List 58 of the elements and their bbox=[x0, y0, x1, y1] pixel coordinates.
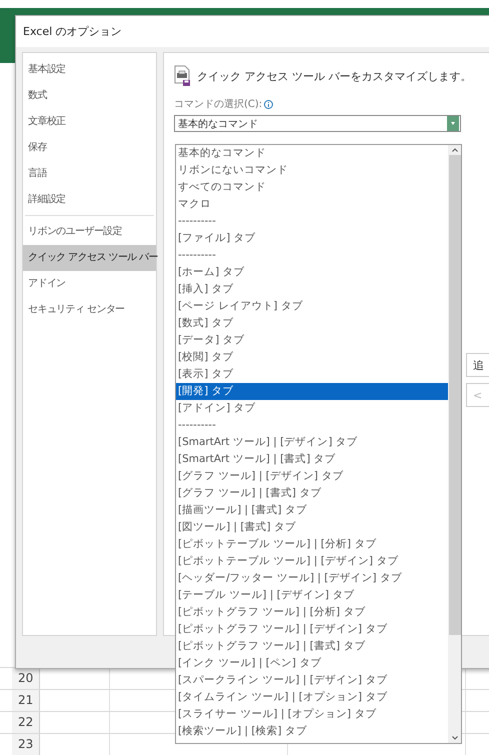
sidebar-item[interactable]: リボンのユーザー設定 bbox=[23, 219, 156, 245]
info-icon bbox=[264, 100, 274, 108]
dropdown-option[interactable]: [アドイン] タブ bbox=[176, 400, 448, 417]
dropdown-option[interactable]: [図ツール] | [書式] タブ bbox=[176, 519, 448, 536]
sidebar-item[interactable]: 基本設定 bbox=[23, 57, 156, 83]
dropdown-option[interactable]: マクロ bbox=[176, 196, 448, 213]
scrollbar[interactable] bbox=[448, 145, 461, 743]
row-number: 23 bbox=[12, 734, 40, 755]
sidebar-item[interactable]: アドイン bbox=[23, 271, 156, 297]
side-button[interactable]: 追 bbox=[466, 353, 489, 377]
sidebar-item[interactable]: 数式 bbox=[23, 83, 156, 109]
dropdown-option[interactable]: [スライサー ツール] | [オプション] タブ bbox=[176, 706, 448, 723]
dropdown-option[interactable]: [ファイル] タブ bbox=[176, 230, 448, 247]
dropdown-option[interactable]: [ヘッダー/フッター ツール] | [デザイン] タブ bbox=[176, 570, 448, 587]
dropdown-option[interactable]: ---------- bbox=[176, 213, 448, 230]
dropdown-option[interactable]: [ピボットテーブル ツール] | [デザイン] タブ bbox=[176, 553, 448, 570]
dropdown-option[interactable]: ---------- bbox=[176, 247, 448, 264]
dropdown-option[interactable]: [開発] タブ bbox=[176, 383, 448, 400]
dropdown-option[interactable]: [テーブル ツール] | [デザイン] タブ bbox=[176, 587, 448, 604]
dropdown-option[interactable]: [スパークライン ツール] | [デザイン] タブ bbox=[176, 672, 448, 689]
dropdown-option[interactable]: [検索ツール] | [検索] タブ bbox=[176, 723, 448, 740]
row-number: 22 bbox=[12, 712, 40, 733]
dropdown-option[interactable]: [ホーム] タブ bbox=[176, 264, 448, 281]
dropdown-option[interactable]: [校閲] タブ bbox=[176, 349, 448, 366]
dropdown-option[interactable]: [タイムライン ツール] | [オプション] タブ bbox=[176, 689, 448, 706]
section-heading: クイック アクセス ツール バーをカスタマイズします。 bbox=[197, 68, 472, 84]
row-number: 20 bbox=[12, 668, 40, 689]
scrollbar-thumb[interactable] bbox=[448, 155, 460, 635]
sidebar-item[interactable]: クイック アクセス ツール バー bbox=[23, 245, 156, 271]
sidebar-item[interactable]: 詳細設定 bbox=[23, 187, 156, 213]
dropdown-option[interactable]: [SmartArt ツール] | [書式] タブ bbox=[176, 451, 448, 468]
sidebar-item[interactable]: 保存 bbox=[23, 135, 156, 161]
dropdown-option[interactable]: [インク ツール] | [ペン] タブ bbox=[176, 655, 448, 672]
printer-document-icon bbox=[174, 65, 192, 87]
dropdown-option[interactable]: [ピボットグラフ ツール] | [デザイン] タブ bbox=[176, 621, 448, 638]
sidebar-item[interactable]: 言語 bbox=[23, 161, 156, 187]
dropdown-option[interactable]: [描画ツール] | [書式] タブ bbox=[176, 502, 448, 519]
window-title: Excel のオプション bbox=[23, 24, 122, 39]
dropdown-option[interactable]: [ページ レイアウト] タブ bbox=[176, 298, 448, 315]
dropdown-option[interactable]: [グラフ ツール] | [書式] タブ bbox=[176, 485, 448, 502]
command-dropdown[interactable]: 基本的なコマンド bbox=[174, 115, 461, 132]
dropdown-option[interactable]: [ピボットテーブル ツール] | [分析] タブ bbox=[176, 536, 448, 553]
field-label: コマンドの選択(C): bbox=[174, 98, 262, 111]
dropdown-option[interactable]: [数式] タブ bbox=[176, 315, 448, 332]
dropdown-option[interactable]: すべてのコマンド bbox=[176, 179, 448, 196]
row-number: 21 bbox=[12, 690, 40, 711]
dropdown-option[interactable]: ---------- bbox=[176, 417, 448, 434]
dropdown-option[interactable]: [グラフ ツール] | [デザイン] タブ bbox=[176, 468, 448, 485]
sidebar-item[interactable]: 文章校正 bbox=[23, 109, 156, 135]
dropdown-option[interactable]: [SmartArt ツール] | [デザイン] タブ bbox=[176, 434, 448, 451]
dropdown-option[interactable]: [ピボットグラフ ツール] | [分析] タブ bbox=[176, 604, 448, 621]
sidebar-item[interactable]: セキュリティ センター bbox=[23, 297, 156, 323]
dropdown-option[interactable]: [表示] タブ bbox=[176, 366, 448, 383]
dropdown-option[interactable]: [データ] タブ bbox=[176, 332, 448, 349]
dropdown-option[interactable]: リボンにないコマンド bbox=[176, 162, 448, 179]
dropdown-option[interactable]: 基本的なコマンド bbox=[176, 145, 448, 162]
dropdown-option[interactable]: [挿入] タブ bbox=[176, 281, 448, 298]
dropdown-option[interactable]: [ピボットグラフ ツール] | [書式] タブ bbox=[176, 638, 448, 655]
